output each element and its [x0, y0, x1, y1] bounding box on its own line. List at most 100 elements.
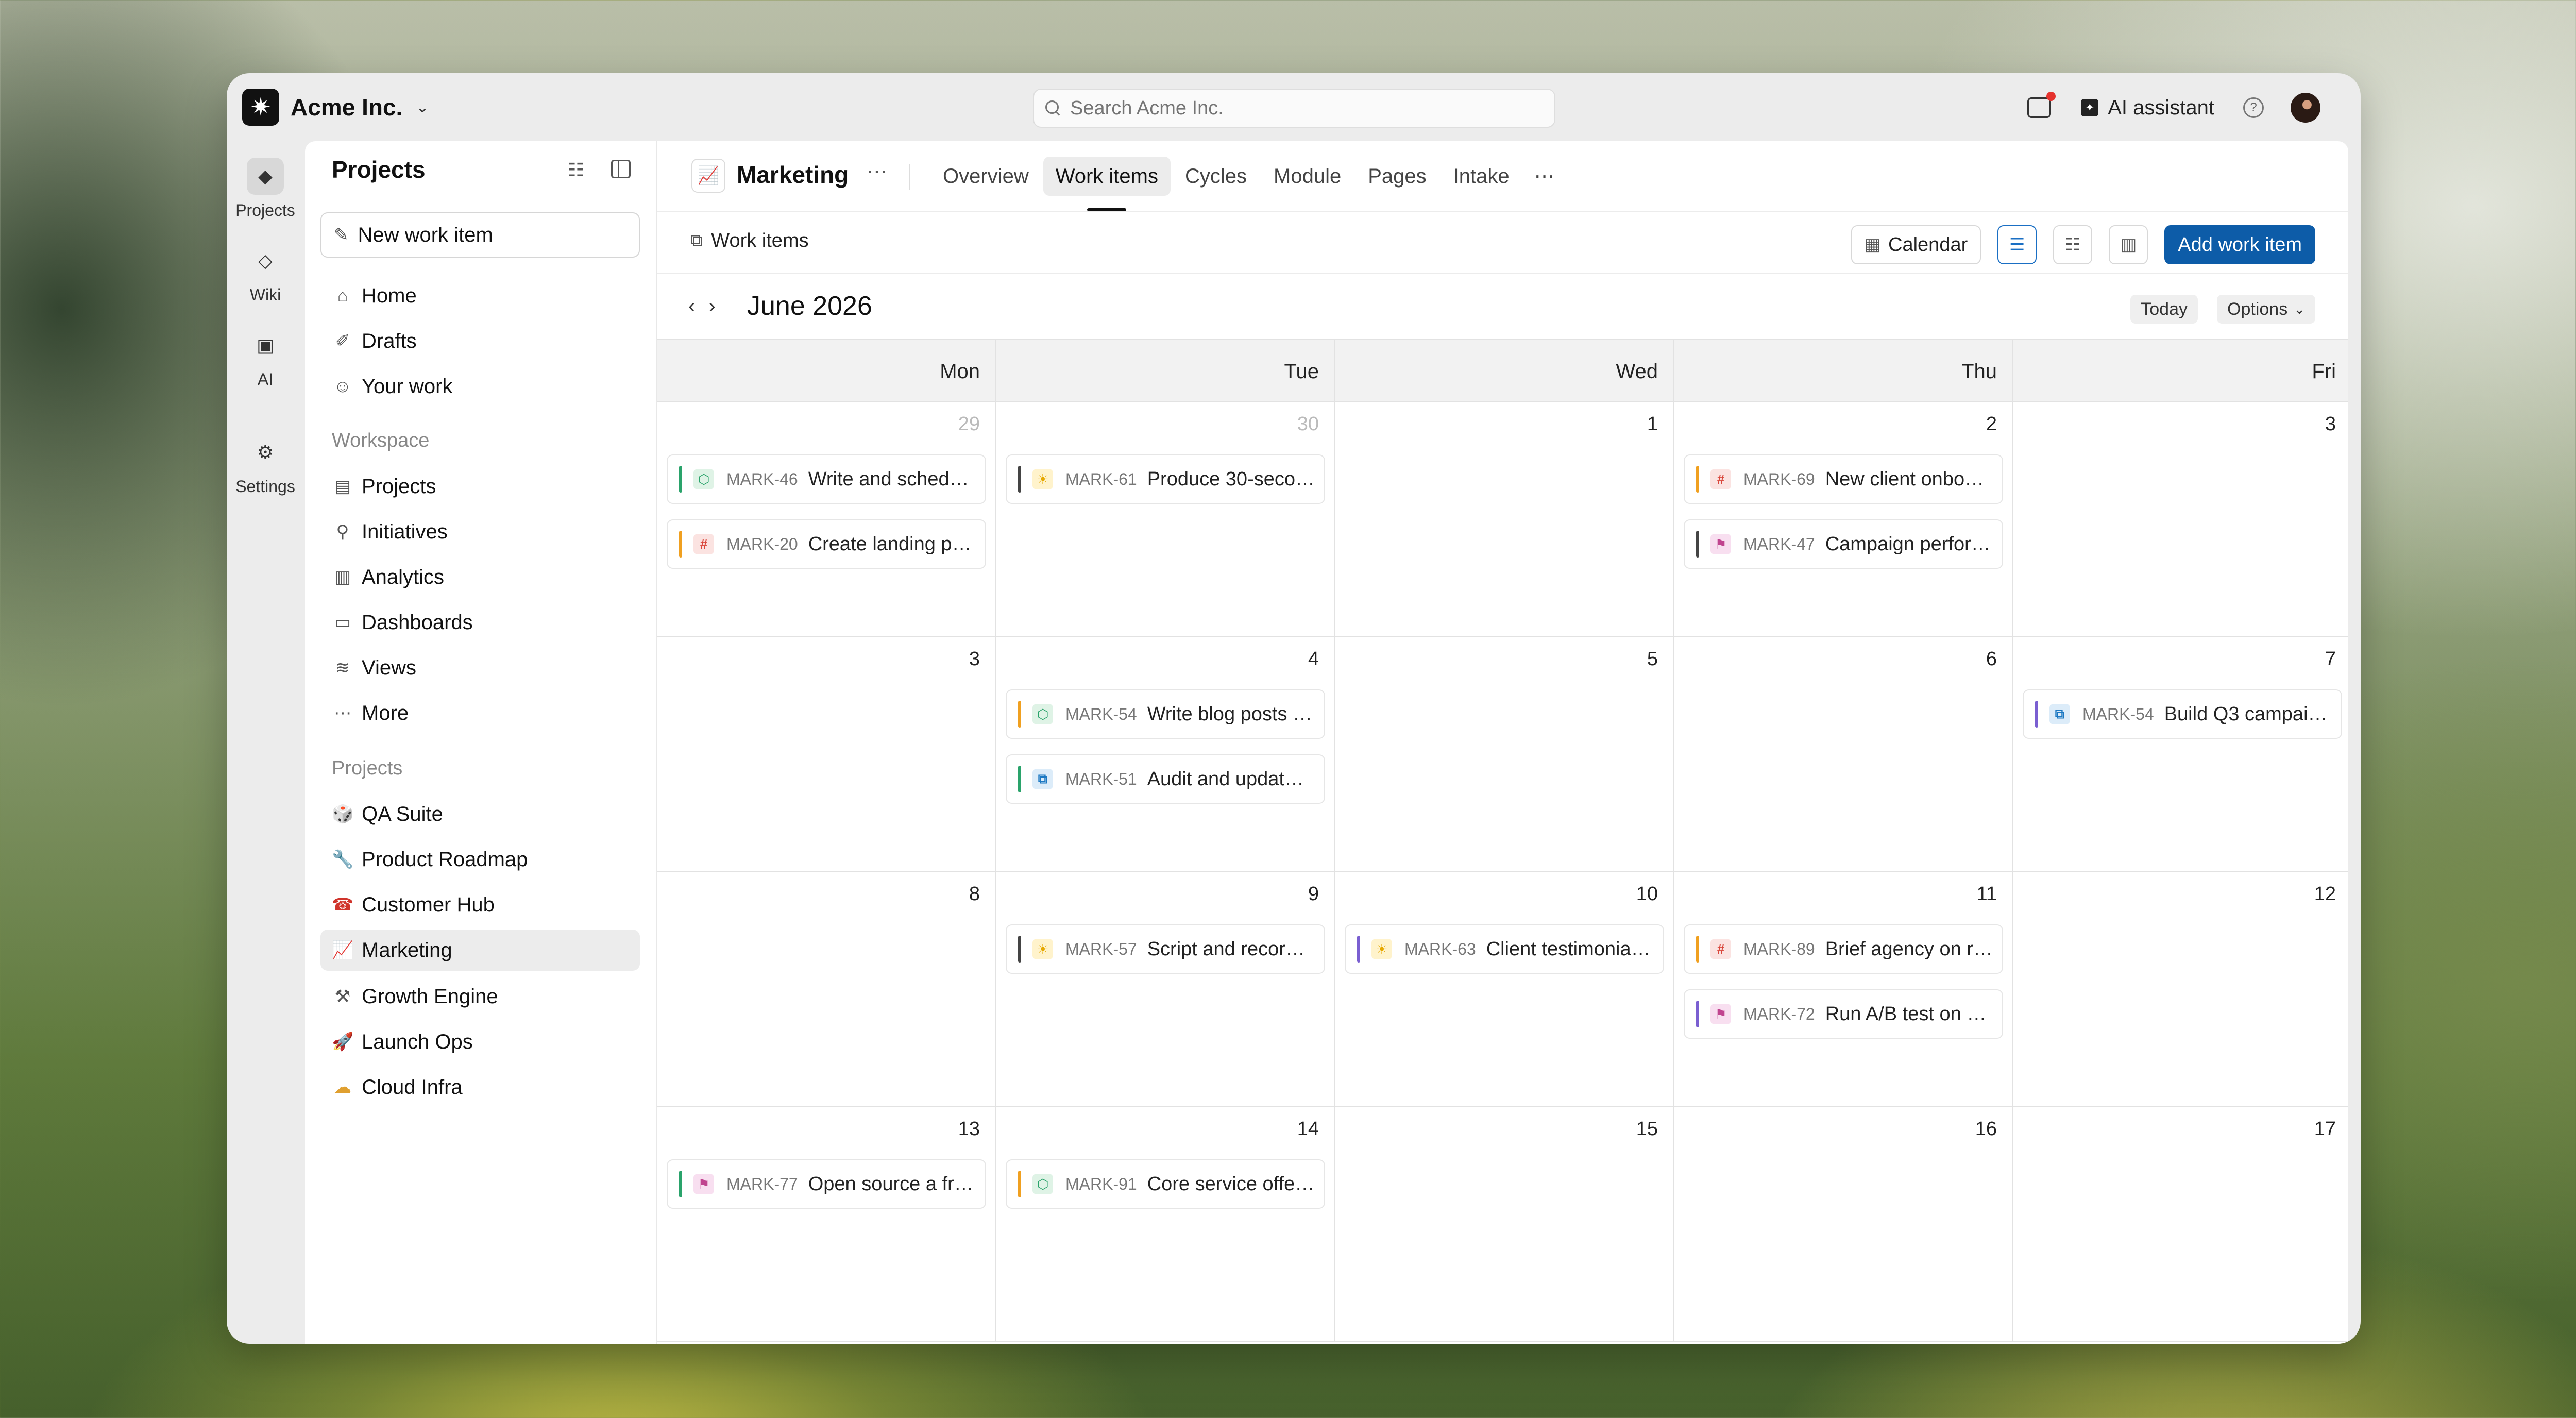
- calendar-day-cell[interactable]: 3: [2013, 402, 2348, 637]
- pencil-icon: ✐: [335, 331, 350, 351]
- sidebar-project-product-roadmap[interactable]: 🔧 Product Roadmap: [320, 839, 640, 880]
- sidebar-item-your-work[interactable]: ☺ Your work: [320, 366, 640, 407]
- ai-assistant-button[interactable]: ✦ AI assistant: [2081, 96, 2214, 120]
- help-icon[interactable]: ?: [2243, 97, 2264, 118]
- layout-calendar-button[interactable]: ▦ Calendar: [1851, 225, 1981, 264]
- work-item-card[interactable]: ☀ MARK-61 Produce 30-second video: [1006, 454, 1325, 504]
- calendar-day-cell[interactable]: 14 ⬡ MARK-91 Core service offering page: [996, 1107, 1335, 1342]
- calendar-day-cell[interactable]: 12: [2013, 872, 2348, 1107]
- sliders-icon[interactable]: ☷: [566, 160, 586, 180]
- calendar-day-cell[interactable]: 11 # MARK-89 Brief agency on redesign ⚑ MARK-…: [1674, 872, 2013, 1107]
- sidebar-item-analytics[interactable]: ▥ Analytics: [320, 556, 640, 598]
- options-button[interactable]: Options ⌄: [2217, 295, 2315, 324]
- work-item-card[interactable]: ☀ MARK-57 Script and record podcast: [1006, 924, 1325, 974]
- sidebar-item-home[interactable]: ⌂ Home: [320, 275, 640, 316]
- day-number: 5: [1647, 648, 1658, 670]
- work-item-card[interactable]: ⧉ MARK-54 Build Q3 campaign plan: [2023, 689, 2342, 739]
- sidebar-project-growth-engine[interactable]: ⚒ Growth Engine: [320, 976, 640, 1017]
- sidebar-item-label: Analytics: [362, 565, 445, 588]
- sidebar-item-views[interactable]: ≋ Views: [320, 647, 640, 688]
- work-item-id: MARK-63: [1404, 939, 1476, 958]
- sidebar-item-label: Launch Ops: [362, 1030, 473, 1053]
- calendar-day-cell[interactable]: 16: [1674, 1107, 2013, 1342]
- calendar-day-cell[interactable]: 13 ⚑ MARK-77 Open source a framework: [657, 1107, 996, 1342]
- day-number: 3: [2325, 413, 2336, 435]
- weekday-mon: Mon: [657, 340, 996, 403]
- day-number: 9: [1308, 883, 1319, 905]
- today-button[interactable]: Today: [2130, 295, 2198, 324]
- search-bar[interactable]: [1033, 89, 1555, 128]
- tab-work-items[interactable]: Work items: [1043, 157, 1171, 211]
- calendar-day-cell[interactable]: 17: [2013, 1107, 2348, 1342]
- calendar-day-cell[interactable]: 6: [1674, 637, 2013, 872]
- work-item-title: Open source a framework: [808, 1173, 985, 1195]
- day-number: 4: [1308, 648, 1319, 670]
- chart-up-icon: 📈: [691, 159, 725, 193]
- sidebar-toggle-icon[interactable]: [611, 160, 631, 178]
- calendar-day-cell[interactable]: 1: [1335, 402, 1674, 637]
- chevron-right-icon[interactable]: ›: [708, 295, 715, 318]
- add-work-item-button[interactable]: Add work item: [2164, 225, 2315, 264]
- work-item-card[interactable]: ⬡ MARK-54 Write blog posts series: [1006, 689, 1325, 739]
- calendar-day-cell[interactable]: 4 ⬡ MARK-54 Write blog posts series ⧉ MARK-51…: [996, 637, 1335, 872]
- sidebar-project-qa-suite[interactable]: 🎲 QA Suite: [320, 794, 640, 835]
- filter-button[interactable]: ☰: [1997, 225, 2037, 264]
- work-item-card[interactable]: ⬡ MARK-91 Core service offering page: [1006, 1159, 1325, 1209]
- work-item-card[interactable]: ⚑ MARK-47 Campaign performance report: [1684, 519, 2003, 569]
- calendar-day-cell[interactable]: 29 ⬡ MARK-46 Write and schedule social post…: [657, 402, 996, 637]
- rail-item-wiki[interactable]: ◇ Wiki: [227, 242, 304, 305]
- tab-cycles[interactable]: Cycles: [1173, 157, 1259, 196]
- work-item-title: Brief agency on redesign: [1825, 938, 2002, 960]
- calendar-day-cell[interactable]: 3: [657, 637, 996, 872]
- tab-pages[interactable]: Pages: [1355, 157, 1438, 196]
- work-item-card[interactable]: ☀ MARK-63 Client testimonial videos: [1345, 924, 1664, 974]
- search-input[interactable]: [1069, 96, 1535, 120]
- filter-icon: ☰: [2009, 235, 2025, 255]
- sidebar-project-marketing[interactable]: 📈 Marketing: [320, 930, 640, 971]
- calendar-day-cell[interactable]: 15: [1335, 1107, 1674, 1342]
- rail-item-settings[interactable]: ⚙ Settings: [227, 434, 304, 496]
- work-item-card[interactable]: ⧉ MARK-51 Audit and update website: [1006, 754, 1325, 804]
- tab-module[interactable]: Module: [1261, 157, 1353, 196]
- tabs-more-icon[interactable]: ⋯: [1524, 157, 1566, 196]
- sidebar-project-launch-ops[interactable]: 🚀 Launch Ops: [320, 1021, 640, 1062]
- new-work-item-button[interactable]: ✎ New work item: [320, 212, 640, 258]
- sidebar-project-customer-hub[interactable]: ☎ Customer Hub: [320, 884, 640, 925]
- work-item-card[interactable]: ⬡ MARK-46 Write and schedule social posts: [667, 454, 986, 504]
- sidebar-item-initiatives[interactable]: ⚲ Initiatives: [320, 511, 640, 552]
- tab-overview[interactable]: Overview: [930, 157, 1041, 196]
- project-emoji-icon: 🎲: [332, 804, 354, 824]
- inbox-icon[interactable]: [2027, 92, 2056, 118]
- display-button[interactable]: ☷: [2053, 225, 2093, 264]
- sidebar-item-dashboards[interactable]: ▭ Dashboards: [320, 602, 640, 643]
- hash-type-icon: #: [693, 534, 714, 554]
- calendar-day-cell[interactable]: 2 # MARK-69 New client onboarding ⚑ MARK-47 Ca…: [1674, 402, 2013, 637]
- workspace-switcher[interactable]: ✷ Acme Inc. ⌄: [242, 88, 429, 127]
- chevron-left-icon[interactable]: ‹: [688, 295, 695, 318]
- calendar-day-cell[interactable]: 5: [1335, 637, 1674, 872]
- sidebar-project-cloud-infra[interactable]: ☁ Cloud Infra: [320, 1067, 640, 1108]
- rail-item-projects[interactable]: ◆ Projects: [227, 158, 304, 220]
- work-items-breadcrumb[interactable]: ⧉ Work items: [690, 230, 809, 252]
- project-more-icon[interactable]: ⋯: [867, 160, 888, 183]
- work-item-card[interactable]: ⚑ MARK-72 Run A/B test on emails: [1684, 989, 2003, 1039]
- work-item-card[interactable]: ⚑ MARK-77 Open source a framework: [667, 1159, 986, 1209]
- calendar-day-cell[interactable]: 10 ☀ MARK-63 Client testimonial videos: [1335, 872, 1674, 1107]
- status-bar: [1696, 1001, 1699, 1027]
- calendar-day-cell[interactable]: 30 ☀ MARK-61 Produce 30-second video: [996, 402, 1335, 637]
- sidebar-item-label: Marketing: [362, 938, 452, 961]
- work-item-card[interactable]: # MARK-20 Create landing page: [667, 519, 986, 569]
- sidebar-item-more[interactable]: ⋯ More: [320, 693, 640, 734]
- work-item-card[interactable]: # MARK-89 Brief agency on redesign: [1684, 924, 2003, 974]
- calendar-day-cell[interactable]: 9 ☀ MARK-57 Script and record podcast: [996, 872, 1335, 1107]
- calendar-day-cell[interactable]: 7 ⧉ MARK-54 Build Q3 campaign plan: [2013, 637, 2348, 872]
- tab-intake[interactable]: Intake: [1441, 157, 1522, 196]
- calendar-day-cell[interactable]: 8: [657, 872, 996, 1107]
- sidebar-item-drafts[interactable]: ✐ Drafts: [320, 320, 640, 362]
- sidebar-item-projects[interactable]: ▤ Projects: [320, 466, 640, 507]
- analytics-button[interactable]: ▥: [2109, 225, 2148, 264]
- user-avatar[interactable]: [2291, 93, 2320, 123]
- day-number: 30: [1297, 413, 1319, 435]
- work-item-card[interactable]: # MARK-69 New client onboarding: [1684, 454, 2003, 504]
- rail-item-ai[interactable]: ▣ AI: [227, 327, 304, 389]
